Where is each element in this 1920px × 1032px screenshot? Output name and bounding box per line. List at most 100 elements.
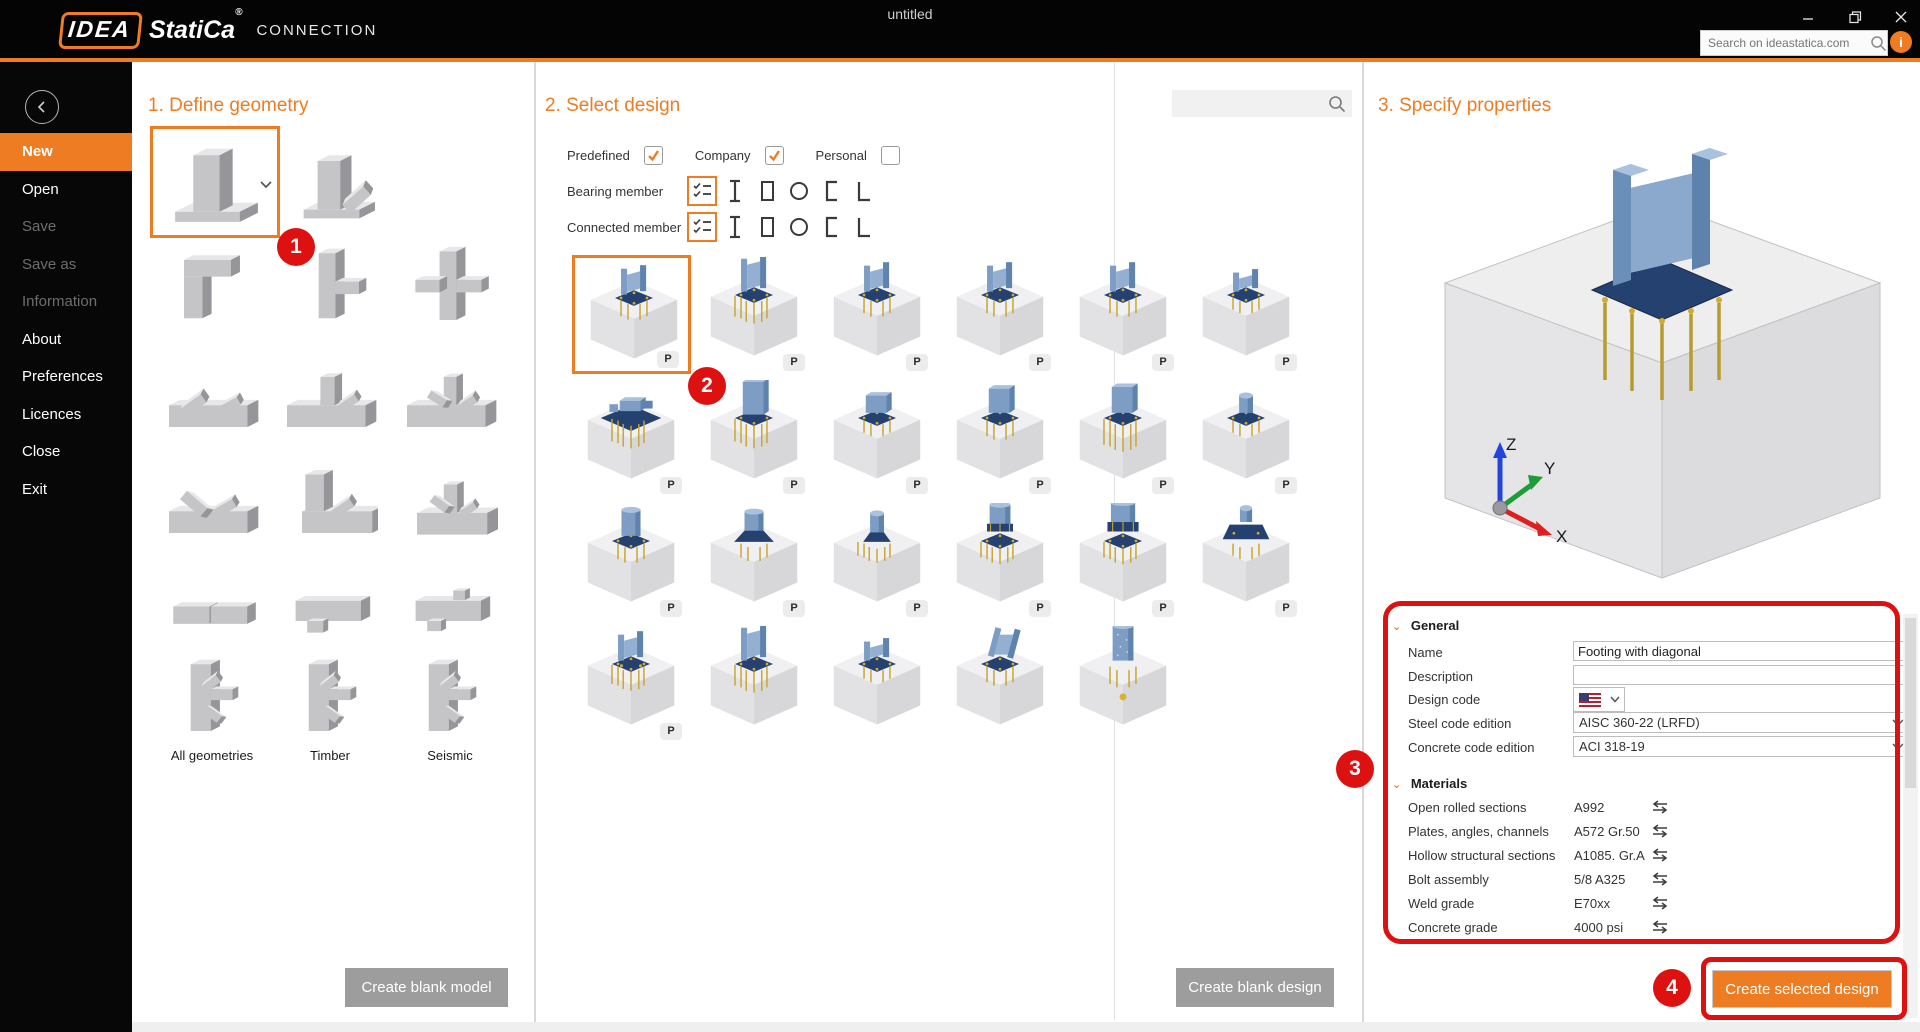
sidebar-item-about[interactable]: About	[0, 321, 132, 359]
create-selected-design-button[interactable]: Create selected design	[1712, 970, 1892, 1008]
material-value[interactable]: A1085. Gr.A	[1574, 846, 1645, 866]
geometry-label-timber: Timber	[310, 748, 350, 763]
material-swap-button[interactable]	[1651, 872, 1669, 892]
bearing-member-filter-circular-section-icon[interactable]	[785, 177, 813, 205]
info-icon[interactable]: i	[1890, 31, 1912, 53]
connected-member-filter-angle-section-icon[interactable]	[849, 213, 877, 241]
sidebar-item-licences[interactable]: Licences	[0, 396, 132, 434]
design-thumb-pipe-column-base[interactable]: P	[572, 501, 691, 620]
concrete-code-select[interactable]: ACI 318-19	[1573, 736, 1911, 757]
web-search-input[interactable]	[1701, 36, 1870, 50]
name-input[interactable]	[1573, 641, 1911, 661]
sidebar-item-close[interactable]: Close	[0, 433, 132, 471]
design-thumb-pipe-column-base-flared[interactable]: P	[695, 501, 814, 620]
design-thumb-pipe-column-grouted[interactable]	[1064, 624, 1183, 743]
bearing-member-filter-i-section-icon[interactable]	[721, 177, 749, 205]
back-button[interactable]	[25, 90, 59, 124]
chord-with-diagonals-icon	[169, 388, 259, 427]
design-thumb-box-column-base[interactable]: P	[941, 378, 1060, 497]
geometry-thumb-chord-fan[interactable]	[402, 352, 498, 446]
connected-member-filter-circular-section-icon[interactable]	[785, 213, 813, 241]
bearing-member-filter-channel-section-icon[interactable]	[817, 177, 845, 205]
filter-personal[interactable]: Personal	[816, 146, 900, 165]
materials-section-header[interactable]: ⌄ Materials	[1392, 774, 1467, 794]
geometry-thumb-column-beam-diagonal[interactable]	[282, 458, 378, 552]
geometry-thumb-multi-member[interactable]	[402, 650, 498, 746]
model-3d-preview[interactable]: Z Y X	[1400, 118, 1905, 598]
design-thumb-pipe-column-base-ring[interactable]: P	[941, 501, 1060, 620]
design-thumb-wf-column-base[interactable]: P	[941, 255, 1060, 374]
material-value[interactable]: A572 Gr.50	[1574, 822, 1640, 842]
filter-predefined[interactable]: Predefined	[567, 146, 663, 165]
material-value[interactable]: 4000 psi	[1574, 918, 1623, 938]
sidebar-item-new[interactable]: New	[0, 133, 132, 171]
design-thumb-wf-column-base[interactable]: P	[818, 255, 937, 374]
connected-member-filter-list-filter-icon[interactable]	[687, 212, 717, 242]
geometry-thumb-column-base[interactable]	[150, 126, 280, 238]
geometry-thumb-column-base-diagonal[interactable]	[288, 136, 388, 232]
checkbox-company[interactable]	[764, 146, 784, 165]
material-swap-button[interactable]	[1651, 920, 1669, 940]
geometry-thumb-multi-member[interactable]	[282, 650, 378, 746]
filter-company[interactable]: Company	[695, 146, 784, 165]
geometry-thumb-beam-bottom-stub[interactable]	[282, 566, 378, 642]
create-blank-model-button[interactable]: Create blank model	[345, 968, 508, 1007]
connected-member-filter-box-section-icon[interactable]	[753, 213, 781, 241]
design-search-box[interactable]	[1172, 90, 1352, 117]
sidebar-item-preferences[interactable]: Preferences	[0, 358, 132, 396]
geometry-thumb-knee-joint[interactable]	[164, 240, 260, 334]
minimize-button[interactable]	[1793, 6, 1823, 28]
design-thumb-box-column-base-tall[interactable]: P	[695, 378, 814, 497]
description-input[interactable]	[1573, 665, 1911, 685]
design-thumb-wf-column-base-bolted[interactable]: P	[572, 624, 691, 743]
geometry-variant-dropdown[interactable]	[260, 176, 272, 194]
design-thumb-pipe-column-pedestal[interactable]: P	[1187, 501, 1306, 620]
design-thumb-wf-column-base-small[interactable]	[818, 624, 937, 743]
bearing-member-filter-list-filter-icon[interactable]	[687, 176, 717, 206]
bearing-member-filter-angle-section-icon[interactable]	[849, 177, 877, 205]
geometry-thumb-cross-joint[interactable]	[402, 240, 498, 334]
design-thumb-wf-column-base-tall[interactable]	[695, 624, 814, 743]
geometry-thumb-beam-cross-stubs[interactable]	[402, 566, 498, 642]
geometry-thumb-chord-vertical-diagonal[interactable]	[282, 352, 378, 446]
design-thumb-box-column-base-anchors[interactable]: P	[1064, 378, 1183, 497]
design-thumb-wf-column-base-tall[interactable]: P	[695, 255, 814, 374]
material-swap-button[interactable]	[1651, 848, 1669, 868]
material-value[interactable]: E70xx	[1574, 894, 1610, 914]
checkbox-predefined[interactable]	[643, 146, 663, 165]
steel-code-select[interactable]: AISC 360-22 (LRFD)	[1573, 712, 1911, 733]
geometry-thumb-chord-two-diagonals[interactable]	[164, 458, 260, 552]
sidebar-item-open[interactable]: Open	[0, 171, 132, 209]
design-code-dropdown[interactable]	[1573, 687, 1625, 712]
material-value[interactable]: A992	[1574, 798, 1604, 818]
design-thumb-base-plate-channels[interactable]: P	[572, 378, 691, 497]
close-button[interactable]	[1886, 6, 1916, 28]
design-thumb-wf-column-base[interactable]: P	[1064, 255, 1183, 374]
design-thumb-wf-column-base-small[interactable]: P	[1187, 255, 1306, 374]
checkbox-personal[interactable]	[880, 146, 900, 165]
web-search-box[interactable]	[1700, 30, 1888, 56]
general-section-header[interactable]: ⌄ General	[1392, 616, 1459, 636]
bearing-member-filter-box-section-icon[interactable]	[753, 177, 781, 205]
geometry-thumb-splice[interactable]	[164, 566, 260, 642]
connected-member-filter-i-section-icon[interactable]	[721, 213, 749, 241]
scrollbar-thumb[interactable]	[1905, 618, 1916, 788]
design-thumb-pipe-column-base-small[interactable]: P	[1187, 378, 1306, 497]
material-swap-button[interactable]	[1651, 824, 1669, 844]
connected-member-filter-channel-section-icon[interactable]	[817, 213, 845, 241]
design-thumb-wf-column-base-inclined[interactable]	[941, 624, 1060, 743]
maximize-button[interactable]	[1840, 6, 1870, 28]
material-value[interactable]: 5/8 A325	[1574, 870, 1625, 890]
geometry-thumb-multi-member[interactable]	[164, 650, 260, 746]
geometry-thumb-chord-with-diagonals[interactable]	[164, 352, 260, 446]
design-thumb-box-column-base-small[interactable]: P	[818, 378, 937, 497]
geometry-thumb-column-beam[interactable]	[282, 240, 378, 334]
create-blank-design-button[interactable]: Create blank design	[1176, 968, 1334, 1007]
material-swap-button[interactable]	[1651, 896, 1669, 916]
sidebar-item-exit[interactable]: Exit	[0, 471, 132, 509]
design-thumb-pipe-column-base-ring-large[interactable]: P	[1064, 501, 1183, 620]
material-swap-button[interactable]	[1651, 800, 1669, 820]
design-thumb-pipe-column-base-taper[interactable]: P	[818, 501, 937, 620]
design-thumb-wf-column-base[interactable]: P	[572, 255, 691, 374]
geometry-thumb-chord-vertical-two-diagonals[interactable]	[402, 458, 498, 552]
